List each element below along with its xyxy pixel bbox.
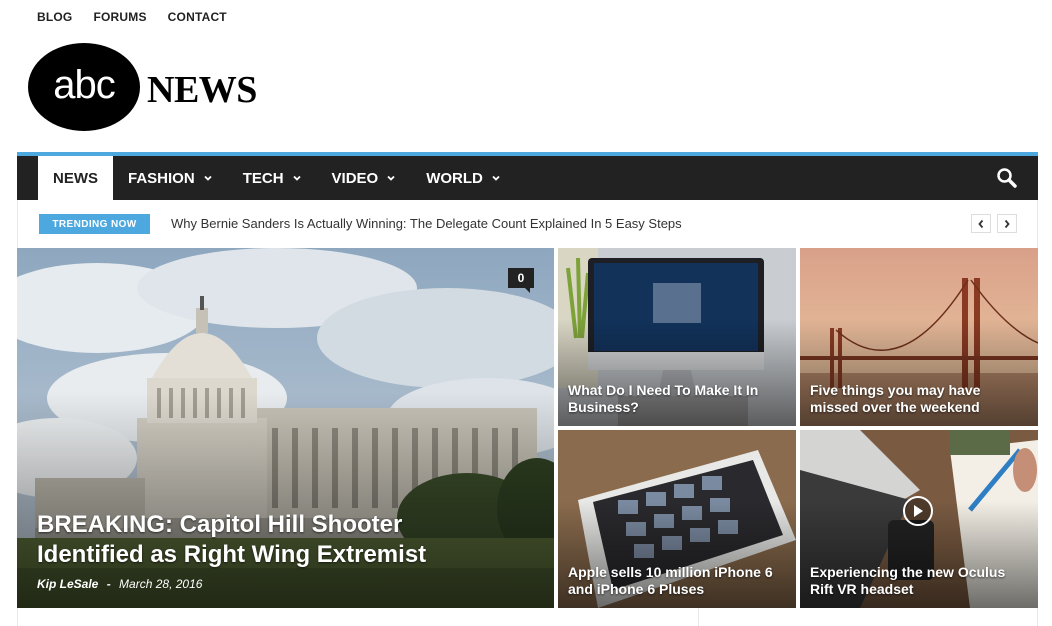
top-links: BLOG FORUMS CONTACT [37, 10, 227, 24]
nav-item-fashion[interactable]: FASHION [113, 156, 228, 200]
nav-item-world[interactable]: WORLD [411, 156, 516, 200]
trending-badge: TRENDING NOW [39, 214, 150, 234]
logo-word: NEWS [147, 69, 257, 111]
chevron-down-icon [386, 173, 396, 183]
featured-article-card[interactable]: 0 BREAKING: Capitol Hill Shooter Identif… [17, 248, 554, 608]
nav-item-news[interactable]: NEWS [38, 156, 113, 200]
article-title[interactable]: Apple sells 10 million iPhone 6 and iPho… [568, 564, 786, 598]
nav-item-label: FASHION [128, 169, 195, 187]
site-logo[interactable]: abc NEWS [28, 43, 273, 133]
nav-item-video[interactable]: VIDEO [317, 156, 412, 200]
article-title[interactable]: Five things you may have missed over the… [810, 382, 1028, 416]
contact-link[interactable]: CONTACT [168, 10, 227, 24]
nav-items: NEWS FASHION TECH VIDEO WORLD [17, 156, 1038, 200]
featured-article-title[interactable]: BREAKING: Capitol Hill Shooter Identifie… [37, 510, 434, 570]
nav-item-label: NEWS [53, 169, 98, 187]
article-title[interactable]: Experiencing the new Oculus Rift VR head… [810, 564, 1028, 598]
article-author[interactable]: Kip LeSale [37, 577, 98, 591]
comment-count-badge[interactable]: 0 [508, 268, 534, 293]
chevron-right-icon [1004, 219, 1010, 228]
chevron-down-icon [203, 173, 213, 183]
article-card[interactable]: Five things you may have missed over the… [800, 248, 1038, 426]
article-card[interactable]: Apple sells 10 million iPhone 6 and iPho… [558, 430, 796, 608]
image-overlay [17, 392, 554, 608]
trending-prev-button[interactable] [971, 214, 991, 233]
trending-headline[interactable]: Why Bernie Sanders Is Actually Winning: … [171, 216, 682, 231]
nav-item-tech[interactable]: TECH [228, 156, 317, 200]
trending-bar: TRENDING NOW Why Bernie Sanders Is Actua… [17, 200, 1038, 248]
nav-item-label: TECH [242, 169, 284, 187]
featured-grid: 0 BREAKING: Capitol Hill Shooter Identif… [17, 248, 1038, 608]
content-divider [17, 608, 1038, 626]
article-title[interactable]: What Do I Need To Make It In Business? [568, 382, 786, 416]
search-icon[interactable] [996, 167, 1018, 189]
nav-item-label: VIDEO [331, 169, 379, 187]
chevron-down-icon [491, 173, 501, 183]
article-date: March 28, 2016 [119, 577, 203, 591]
article-card[interactable]: What Do I Need To Make It In Business? [558, 248, 796, 426]
article-card[interactable]: Experiencing the new Oculus Rift VR head… [800, 430, 1038, 608]
forums-link[interactable]: FORUMS [93, 10, 146, 24]
logo-oval: abc [28, 43, 140, 131]
play-video-icon[interactable] [903, 496, 933, 526]
chevron-left-icon [978, 219, 984, 228]
nav-item-label: WORLD [426, 169, 483, 187]
meta-separator: - [106, 577, 111, 591]
blog-link[interactable]: BLOG [37, 10, 72, 24]
logo-oval-text: abc [53, 62, 115, 107]
chevron-down-icon [292, 173, 302, 183]
main-navbar: NEWS FASHION TECH VIDEO WORLD [17, 152, 1038, 200]
trending-next-button[interactable] [997, 214, 1017, 233]
column-divider [698, 608, 699, 626]
featured-article-meta: Kip LeSale - March 28, 2016 [37, 577, 202, 591]
